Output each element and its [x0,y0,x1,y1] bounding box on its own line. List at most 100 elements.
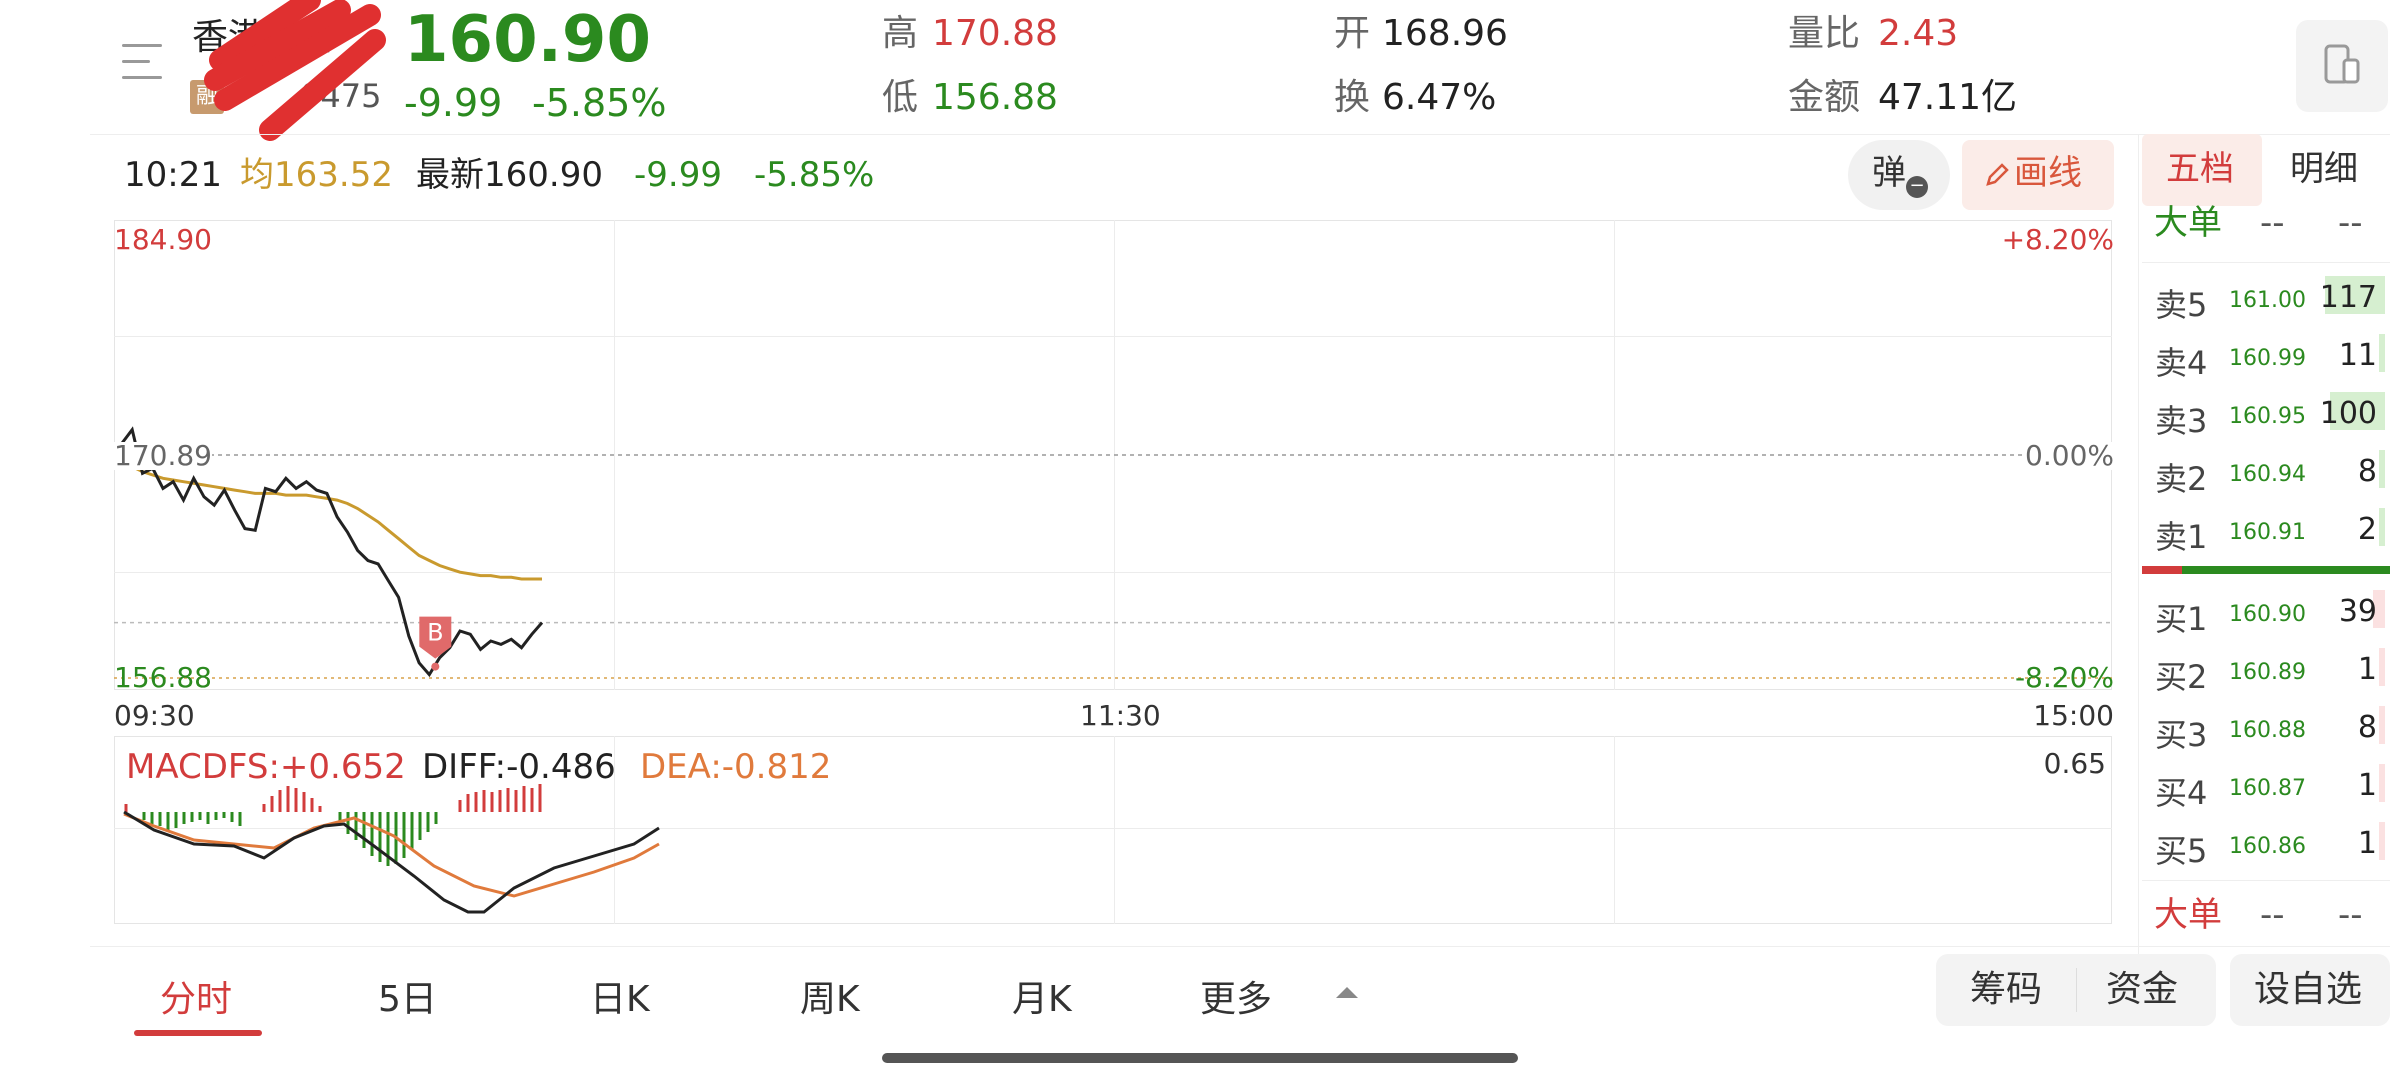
macd-scale: 0.65 [2043,747,2106,780]
level-volume: 8 [2357,710,2377,745]
vol-ratio-value: 2.43 [1878,13,1959,54]
big-order-label-bid: 大单 [2154,895,2222,935]
big-order-value: -- [2338,203,2363,243]
avg-price: 均163.52 [240,155,393,195]
rotate-phone-icon [2324,44,2360,84]
tab-detail[interactable]: 明细 [2290,152,2358,186]
level-price: 160.88 [2229,718,2306,743]
level-volume: 2 [2357,512,2377,547]
level-label: 买2 [2155,658,2208,696]
tab-1[interactable]: 5日 [378,970,437,1022]
draw-line-button[interactable]: 画线 [1962,140,2114,210]
infobar-change: -9.99 [634,155,722,195]
volume-bar [2379,450,2385,488]
bid-row[interactable]: 买5 160.86 1 [2155,818,2385,870]
volume-bar [2379,508,2385,546]
volume-bar [2379,706,2385,744]
volume-bar [2379,334,2385,372]
orderbook-split-bar-buy [2182,566,2390,574]
chips-button[interactable]: 筹码 [1970,972,2042,1008]
level-label: 卖1 [2155,518,2208,556]
high-label: 高 [882,13,919,54]
tab-0[interactable]: 分时 [160,970,232,1022]
pct-axis-top: +8.20% [2001,223,2114,256]
volume-bar [2379,764,2385,802]
time-axis-start: 09:30 [114,699,195,732]
amount-value: 47.11亿 [1878,77,2018,118]
level-volume: 11 [2338,338,2377,373]
big-order-label-ask: 大单 [2154,203,2222,243]
level-price: 161.00 [2229,288,2306,313]
turnover-value: 6.47% [1382,77,1497,118]
add-watchlist-button[interactable]: 设自选 [2230,954,2390,1026]
tab-five-levels[interactable]: 五档 [2142,134,2262,206]
level-label: 买1 [2155,600,2208,638]
big-order-value: -- [2338,895,2363,935]
level-volume: 1 [2357,768,2377,803]
level-label: 买3 [2155,716,2208,754]
tab-active-underline [134,1030,262,1036]
caret-up-icon[interactable] [1334,984,1360,1000]
diff-value: DIFF:-0.486 [422,747,616,787]
avg-price-line [121,461,542,581]
orderbook-divider [2142,880,2390,881]
bottom-divider [90,946,2390,947]
low-label: 低 [882,77,919,118]
level-label: 买5 [2155,832,2208,870]
level-price: 160.95 [2229,404,2306,429]
pencil-icon [1986,163,2009,186]
ask-row[interactable]: 卖2 160.94 8 [2155,446,2385,498]
price-change-pct: -5.85% [532,81,667,125]
time-axis-end: 15:00 [2033,699,2114,732]
pct-axis-mid: 0.00% [2025,439,2114,472]
y-axis-mid: 170.89 [114,439,212,472]
current-price: 160.90 [404,3,651,77]
ask-row[interactable]: 卖4 160.99 11 [2155,330,2385,382]
popup-label: 弹 [1872,153,1906,193]
funds-button[interactable]: 资金 [2106,972,2178,1008]
tab-4[interactable]: 月K [1012,970,1072,1022]
bid-row[interactable]: 买3 160.88 8 [2155,702,2385,754]
scribble-overlay [204,0,386,141]
level-price: 160.90 [2229,602,2306,627]
amount-label: 金额 [1788,77,1861,118]
high-value: 170.88 [932,13,1058,54]
y-axis-top: 184.90 [114,223,212,256]
bid-row[interactable]: 买1 160.90 39 [2155,586,2385,638]
minus-badge-icon: − [1906,176,1928,198]
turnover-label: 换 [1334,77,1371,118]
bid-row[interactable]: 买4 160.87 1 [2155,760,2385,812]
big-order-value: -- [2260,203,2285,243]
chart-time: 10:21 [124,155,222,195]
bid-row[interactable]: 买2 160.89 1 [2155,644,2385,696]
add-watchlist-label: 设自选 [2254,969,2363,1010]
level-price: 160.94 [2229,462,2306,487]
menu-icon[interactable] [122,42,166,82]
header-divider [90,134,2390,135]
popup-button[interactable]: 弹 − [1848,140,1950,210]
price-chart: B [114,426,2112,679]
ask-row[interactable]: 卖3 160.95 100 [2155,388,2385,440]
level-volume: 8 [2357,454,2377,489]
level-volume: 1 [2357,826,2377,861]
draw-line-label: 画线 [2014,153,2082,193]
volume-bar [2379,822,2385,860]
level-volume: 100 [2319,396,2377,431]
home-indicator[interactable] [882,1053,1518,1063]
macdfs-value: MACDFS:+0.652 [126,747,406,787]
level-label: 卖2 [2155,460,2208,498]
tab-2[interactable]: 日K [590,970,650,1022]
level-volume: 1 [2357,652,2377,687]
tab-five-levels-label: 五档 [2166,149,2234,189]
level-price: 160.89 [2229,660,2306,685]
ask-row[interactable]: 卖1 160.91 2 [2155,504,2385,556]
infobar-change-pct: -5.85% [754,155,875,195]
ask-row[interactable]: 卖5 161.00 117 [2155,272,2385,324]
tab-3[interactable]: 周K [800,970,860,1022]
tab-5[interactable]: 更多 [1200,970,1272,1022]
level-price: 160.87 [2229,776,2306,801]
macd-chart [123,784,660,914]
time-axis-mid: 11:30 [1080,699,1161,732]
level-label: 买4 [2155,774,2208,812]
rotate-screen-button[interactable] [2296,20,2388,112]
